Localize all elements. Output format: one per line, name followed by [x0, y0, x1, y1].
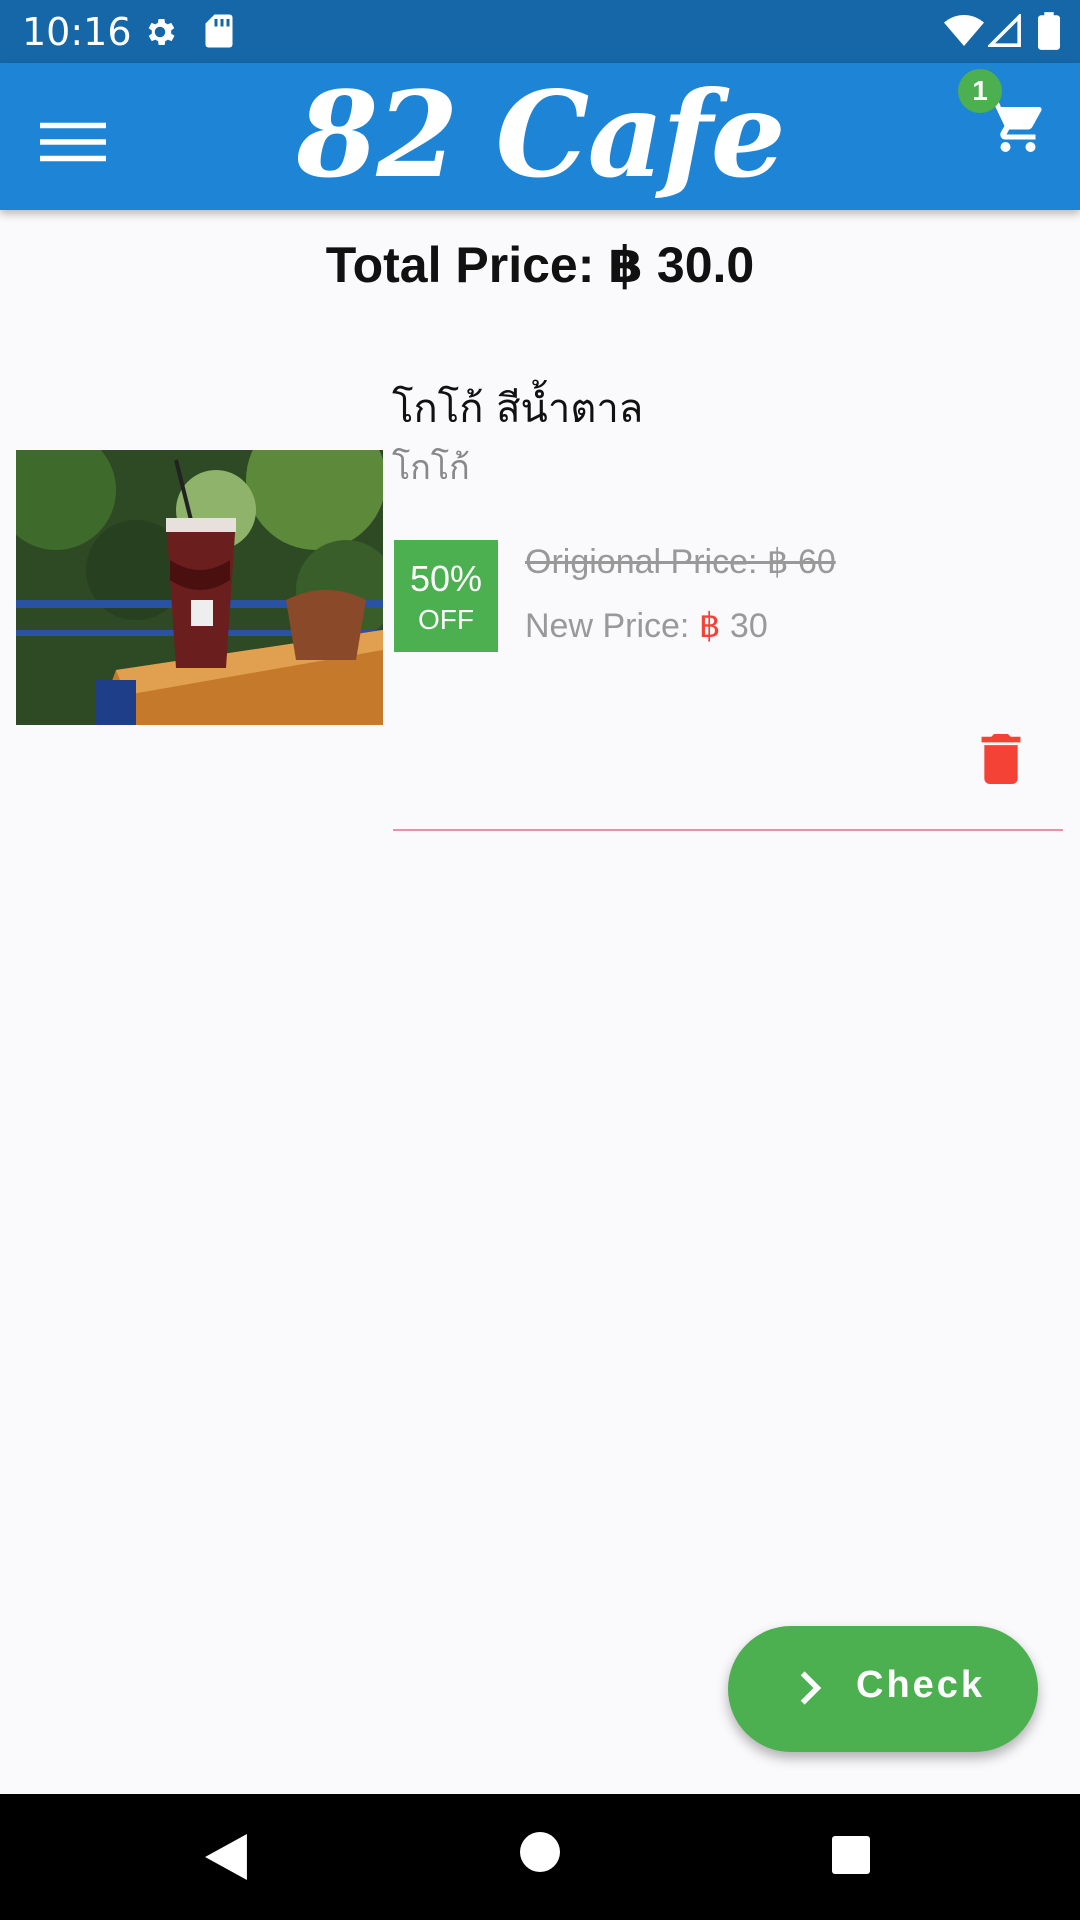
item-name: โกโก้ สีน้ำตาล [392, 386, 644, 432]
discount-off-label: OFF [418, 604, 474, 635]
discount-badge: 50% OFF [394, 540, 498, 652]
battery-icon [1038, 12, 1060, 50]
product-image [16, 450, 383, 725]
new-price-value: 30 [729, 607, 768, 645]
gear-icon [148, 18, 175, 46]
currency-symbol: ฿ [698, 607, 721, 645]
chevron-right-icon [800, 1671, 822, 1705]
item-divider [393, 829, 1063, 831]
home-icon[interactable] [520, 1832, 560, 1872]
cart-count-badge: 1 [958, 69, 1002, 113]
trash-icon[interactable] [980, 734, 1022, 784]
discount-percent: 50% [409, 558, 483, 599]
total-price: Total Price: ฿ 30.0 [325, 237, 755, 293]
signal-icon [988, 14, 1021, 47]
navigation-bar [0, 1794, 1080, 1920]
back-icon[interactable] [204, 1834, 248, 1880]
wifi-icon [944, 15, 984, 46]
sd-card-icon [205, 14, 233, 48]
new-price-label: New Price: [525, 607, 690, 645]
status-bar: 10:16 [0, 0, 1080, 63]
app-title: 82 Cafe [296, 65, 786, 204]
app-bar: 82 Cafe 1 [0, 63, 1080, 210]
original-price: Origional Price: ฿ 60 [525, 543, 836, 581]
new-price: New Price: ฿ 30 [525, 606, 768, 646]
check-button[interactable]: Check [728, 1626, 1038, 1752]
check-label: Check [856, 1664, 986, 1706]
item-category: โกโก้ [392, 448, 470, 488]
cart-screen: 10:16 82 Cafe 1 Total Price: ฿ 30.0 โกโก… [0, 0, 1080, 1920]
status-time: 10:16 [22, 10, 132, 54]
shopping-cart-icon[interactable] [988, 97, 1048, 157]
recents-icon[interactable] [832, 1836, 870, 1874]
